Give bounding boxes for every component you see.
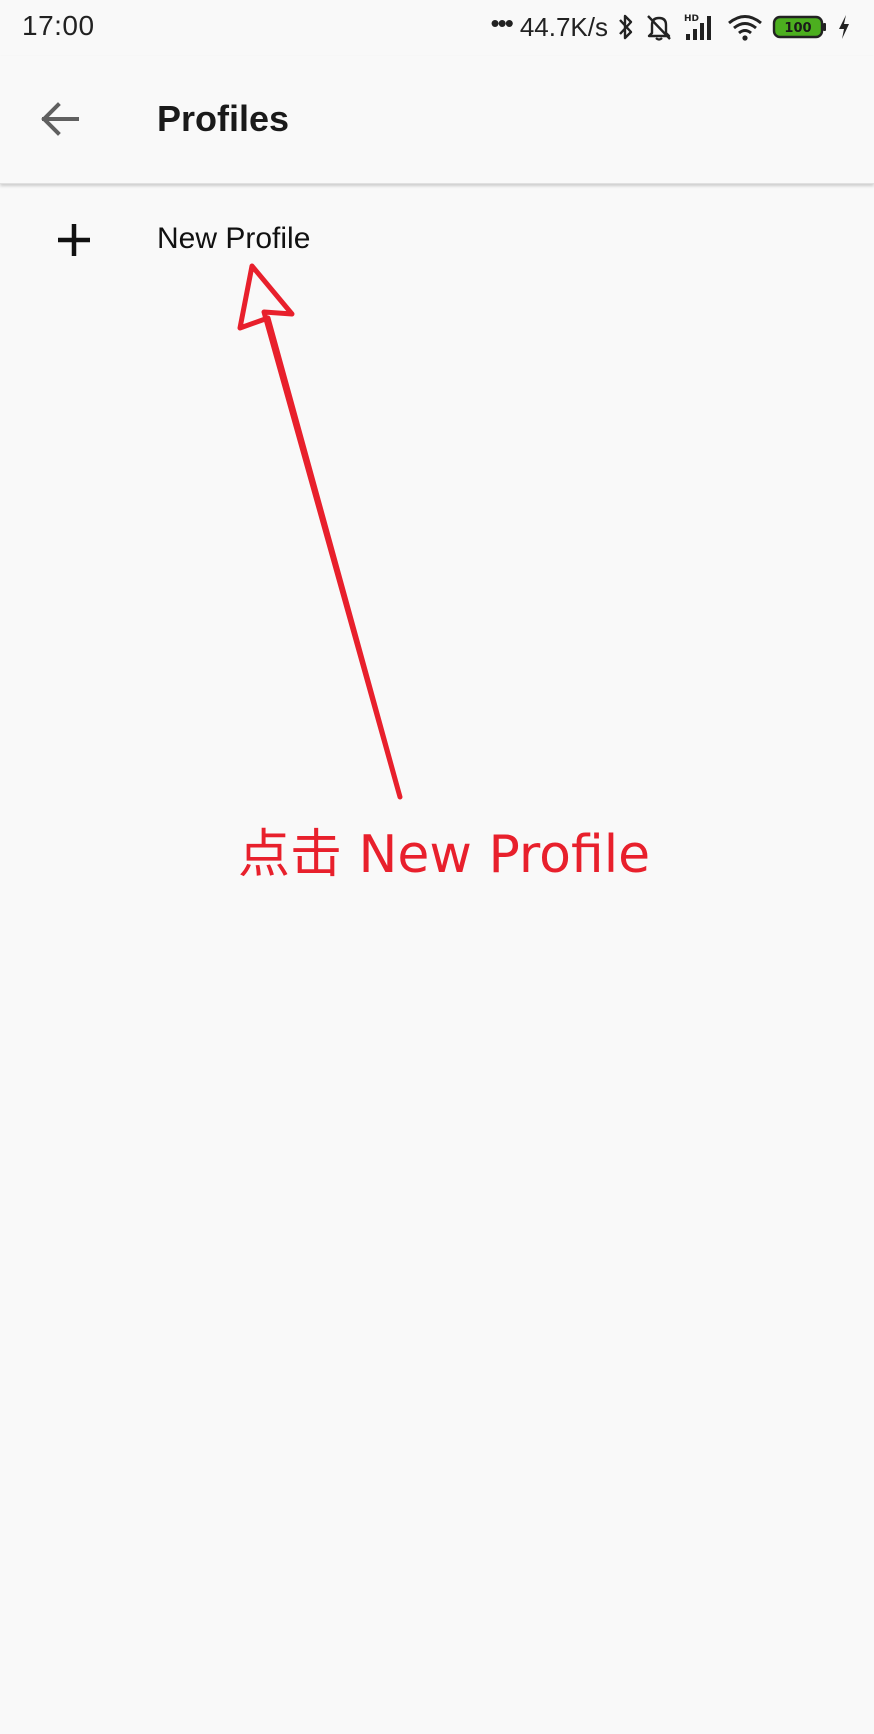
status-time: 17:00 [22,10,95,41]
plus-icon [58,224,90,256]
new-profile-item[interactable]: New Profile [0,190,874,290]
back-button[interactable] [30,90,88,148]
signal-icon: HD [684,14,711,40]
charging-icon [839,15,849,39]
status-icons: ••• 44.7K/s HD 100 [491,8,852,46]
annotation-text: 点击 New Profile [238,825,651,885]
arrow-left-icon [41,102,79,136]
new-profile-label: New Profile [157,222,311,255]
net-speed: 44.7K/s [519,11,608,42]
app-bar: Profiles [0,56,874,184]
dots-icon: ••• [490,8,514,38]
battery-level: 100 [784,21,811,36]
bluetooth-icon [619,14,633,40]
signal-hd-label: HD [684,14,699,24]
status-bar: 17:00 ••• 44.7K/s HD 100 [0,0,874,56]
page-title: Profiles [157,98,290,139]
wifi-icon [728,15,762,41]
battery-icon: 100 [772,15,826,39]
screen: 17:00 ••• 44.7K/s HD 100 Profiles New Pr… [0,0,874,1734]
bell-off-icon [647,15,671,41]
